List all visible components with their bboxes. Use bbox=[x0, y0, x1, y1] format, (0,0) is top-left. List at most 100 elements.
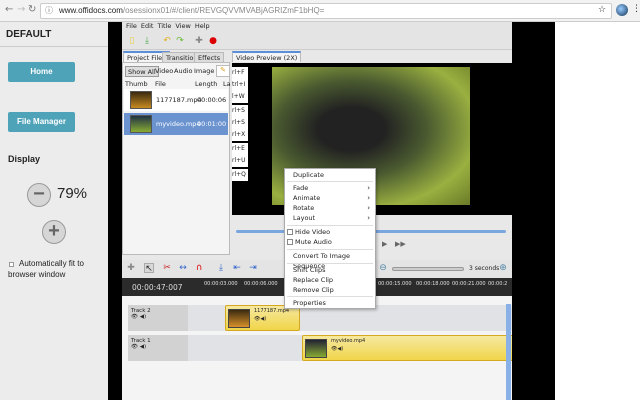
new-project-icon[interactable]: ▯ bbox=[127, 36, 137, 46]
filter-video[interactable]: Video bbox=[155, 66, 173, 77]
track-header[interactable]: Track 2 👁 ◀) bbox=[128, 305, 188, 331]
star-icon[interactable]: ☆ bbox=[598, 5, 606, 15]
main-toolbar: ▯ ⤓ ↶ ↷ ✚ ● bbox=[122, 33, 512, 50]
sidebar: DEFAULT Home File Manager Display − 79% … bbox=[0, 22, 108, 400]
tab-video-preview[interactable]: Video Preview (2X) bbox=[232, 51, 302, 62]
track-1: Track 1 👁 ◀) myvideo.mp4 👁◀) bbox=[128, 335, 512, 361]
previous-marker-icon[interactable]: ⇤ bbox=[232, 263, 242, 273]
snap-icon[interactable]: ∩ bbox=[194, 263, 204, 273]
file-row-selected[interactable]: myvideo.mp4 00:01:00 bbox=[124, 113, 228, 135]
add-track-icon[interactable]: ✚ bbox=[194, 36, 204, 46]
remote-desktop-margin bbox=[108, 22, 122, 400]
clip[interactable]: myvideo.mp4 👁◀) bbox=[302, 335, 512, 361]
address-bar[interactable]: ⓘ www.offidocs.com/osessionx01/#/client/R… bbox=[40, 3, 612, 19]
reload-icon[interactable]: ↻ bbox=[28, 4, 36, 15]
track-header[interactable]: Track 1 👁 ◀) bbox=[128, 335, 188, 361]
submenu-arrow-icon: › bbox=[367, 184, 370, 192]
menu-item-layout[interactable]: Layout › bbox=[293, 213, 373, 223]
more-icon[interactable]: ⋮ bbox=[632, 4, 640, 14]
menu-edit[interactable]: Edit bbox=[141, 22, 154, 30]
clip-thumbnail bbox=[305, 339, 327, 358]
zoom-out-icon[interactable]: ⊖ bbox=[378, 263, 388, 273]
info-icon: ⓘ bbox=[45, 6, 53, 15]
menu-title[interactable]: Title bbox=[157, 22, 171, 30]
shortcut-label: rl+E bbox=[232, 143, 248, 155]
visibility-icon[interactable]: 👁 bbox=[131, 344, 138, 350]
file-row[interactable]: 1177187.mp4 00:00:06 bbox=[124, 89, 228, 111]
import-icon[interactable]: ⤓ bbox=[142, 36, 152, 46]
menu-item-remove-clip[interactable]: Remove Clip bbox=[293, 285, 334, 295]
filter-show-all[interactable]: Show All bbox=[125, 66, 159, 77]
menu-item-properties[interactable]: Properties bbox=[293, 298, 326, 308]
divider bbox=[0, 46, 108, 47]
timeline-zoom-slider[interactable] bbox=[392, 267, 464, 271]
column-thumb[interactable]: Thumb bbox=[125, 80, 148, 88]
zoom-level: 79% bbox=[57, 185, 88, 202]
shortcut-label: rl+Q bbox=[232, 169, 248, 181]
ruler-tick: 00:00:18.000 bbox=[416, 281, 450, 287]
menu-item-hide-video[interactable]: Hide Video bbox=[287, 227, 330, 237]
add-marker-icon[interactable]: ⤓ bbox=[216, 263, 226, 273]
menu-separator bbox=[287, 249, 373, 250]
next-marker-icon[interactable]: ⇥ bbox=[248, 263, 258, 273]
filter-audio[interactable]: Audio bbox=[174, 66, 192, 77]
shortcut-label: rl+F bbox=[232, 67, 248, 79]
zoom-in-button[interactable]: + bbox=[42, 220, 66, 244]
menu-item-fade[interactable]: Fade › bbox=[293, 183, 373, 193]
menu-bar: File Edit Title View Help bbox=[122, 22, 512, 33]
file-thumbnail bbox=[130, 115, 152, 133]
clip-context-menu: Duplicate Fade › Animate › Rotate › Layout ›… bbox=[284, 168, 376, 309]
clip-visibility-icon: 👁◀) bbox=[331, 346, 344, 352]
profile-icon[interactable] bbox=[616, 4, 628, 16]
razor-icon[interactable]: ✂ bbox=[162, 263, 172, 273]
vertical-scrollbar[interactable] bbox=[506, 304, 511, 400]
submenu-arrow-icon: › bbox=[367, 214, 370, 222]
home-button[interactable]: Home bbox=[8, 62, 75, 82]
menu-item-animate[interactable]: Animate › bbox=[293, 193, 373, 203]
record-icon[interactable]: ● bbox=[208, 36, 218, 46]
menu-file[interactable]: File bbox=[126, 22, 137, 30]
column-la[interactable]: La bbox=[223, 80, 231, 88]
column-length[interactable]: Length bbox=[195, 80, 217, 88]
shortcut-label: rl+S bbox=[232, 105, 248, 117]
file-manager-button[interactable]: File Manager bbox=[8, 112, 75, 132]
ruler-tick: 00:00:2 bbox=[488, 281, 508, 287]
forward-icon[interactable]: → bbox=[17, 4, 25, 15]
add-track-icon[interactable]: ✚ bbox=[126, 263, 136, 273]
audio-icon[interactable]: ◀) bbox=[140, 344, 146, 350]
column-file[interactable]: File bbox=[155, 80, 166, 88]
menu-help[interactable]: Help bbox=[195, 22, 210, 30]
auto-fit-label: Automatically fit to browser window bbox=[8, 259, 84, 279]
back-icon[interactable]: ← bbox=[5, 4, 13, 15]
audio-icon[interactable]: ◀) bbox=[140, 314, 146, 320]
menu-item-replace-clip[interactable]: Replace Clip bbox=[293, 275, 333, 285]
menu-view[interactable]: View bbox=[175, 22, 190, 30]
menu-separator bbox=[287, 263, 373, 264]
menu-separator bbox=[287, 296, 373, 297]
visibility-icon[interactable]: 👁 bbox=[131, 314, 138, 320]
zoom-out-button[interactable]: − bbox=[27, 183, 51, 207]
clear-filter-icon[interactable]: ✎ bbox=[216, 65, 230, 77]
zoom-in-icon[interactable]: ⊕ bbox=[498, 263, 508, 273]
fast-forward-icon[interactable]: ▶▶ bbox=[395, 240, 406, 248]
menu-separator bbox=[287, 181, 373, 182]
menu-item-duplicate[interactable]: Duplicate bbox=[293, 170, 324, 180]
ruler-tick: 00:00:03.000 bbox=[204, 281, 238, 287]
shortcut-label: rl+X bbox=[232, 129, 248, 141]
redo-icon[interactable]: ↷ bbox=[175, 36, 185, 46]
undo-icon[interactable]: ↶ bbox=[162, 36, 172, 46]
select-icon[interactable]: ↖ bbox=[144, 263, 154, 274]
arrange-icon[interactable]: ↔ bbox=[178, 263, 188, 273]
menu-separator bbox=[287, 225, 373, 226]
file-thumbnail bbox=[130, 91, 152, 109]
menu-item-convert-image-sequence[interactable]: Convert To Image Sequence bbox=[293, 251, 375, 270]
timeline-tracks: Track 2 👁 ◀) 1177187.mp4 👁◀) Track 1 👁 ◀) m… bbox=[122, 296, 512, 400]
checkbox-icon bbox=[287, 229, 293, 235]
menu-item-rotate[interactable]: Rotate › bbox=[293, 203, 373, 213]
play-icon[interactable]: ▶ bbox=[382, 240, 387, 248]
ruler-tick: 00:00:21.000 bbox=[452, 281, 486, 287]
shortcut-label: l+W bbox=[232, 91, 248, 103]
menu-item-shift-clips[interactable]: Shift Clips bbox=[293, 265, 326, 275]
menu-item-mute-audio[interactable]: Mute Audio bbox=[287, 237, 332, 247]
filter-image[interactable]: Image bbox=[194, 66, 214, 77]
